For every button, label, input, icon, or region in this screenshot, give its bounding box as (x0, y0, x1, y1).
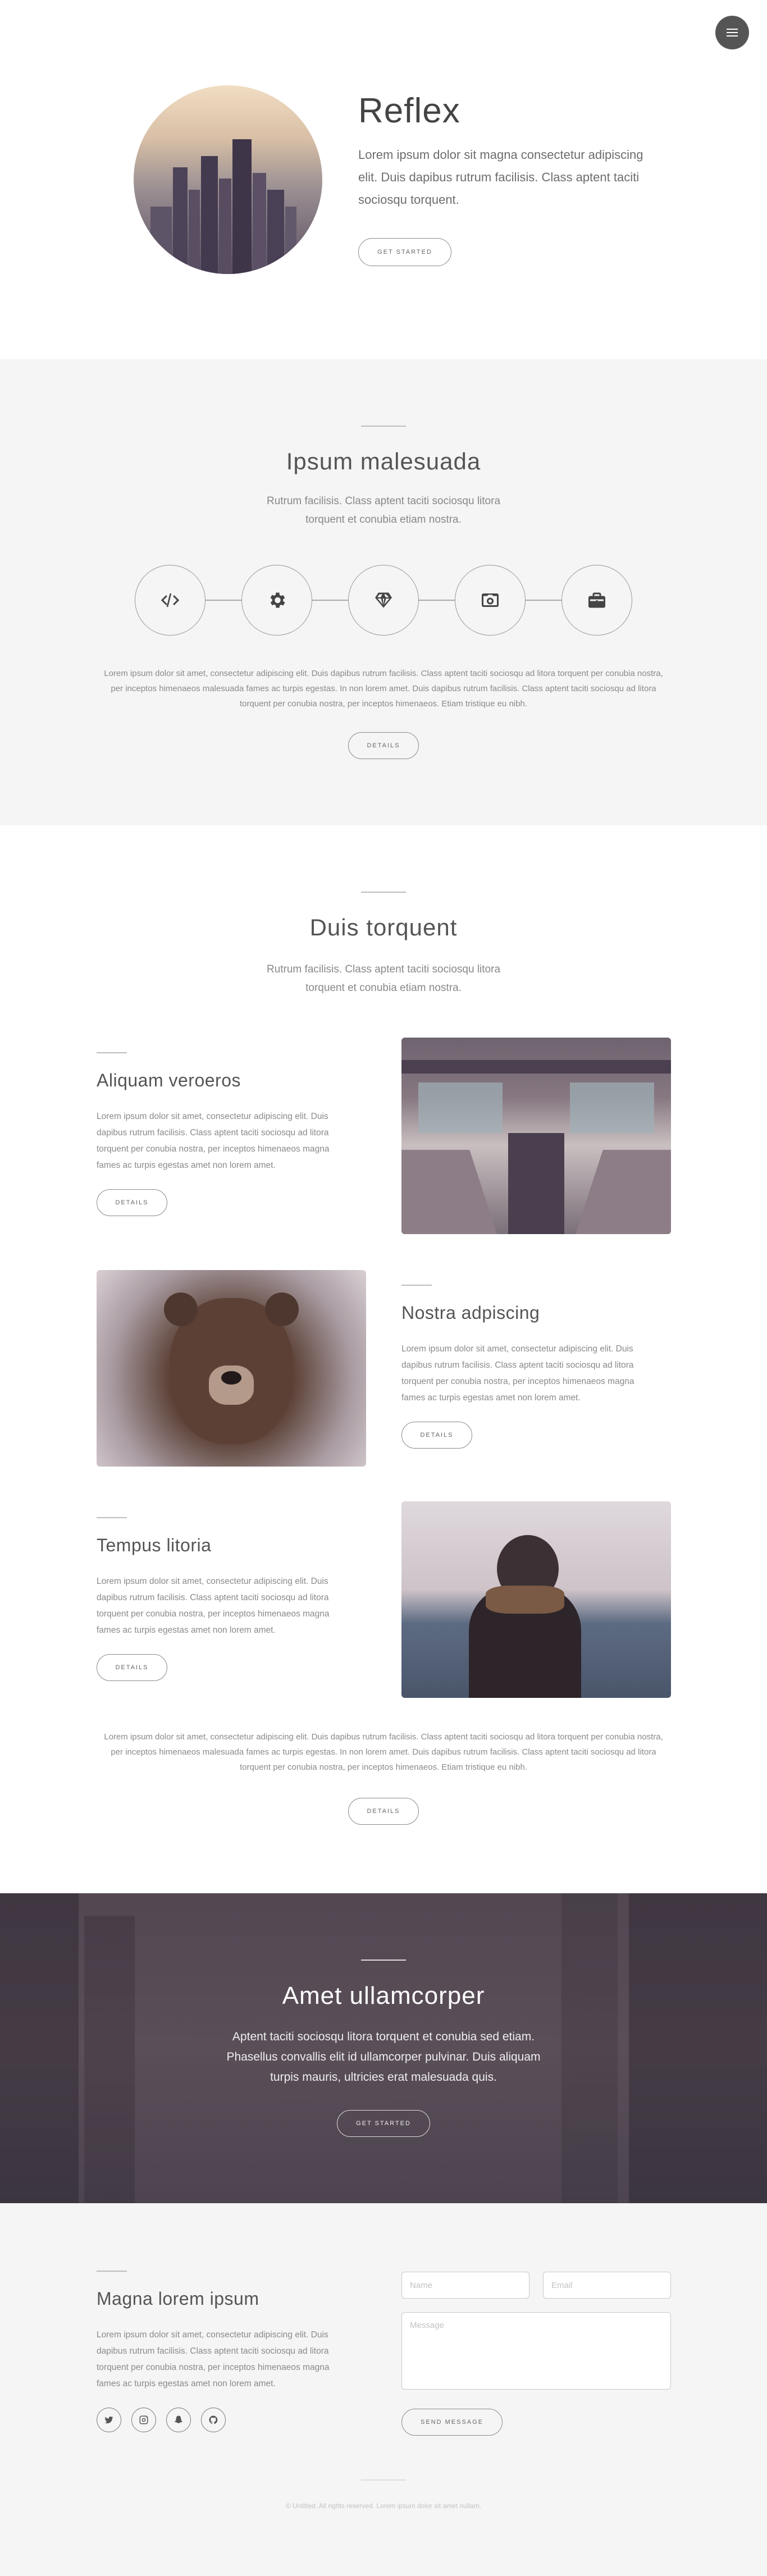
section-title: Duis torquent (309, 914, 458, 940)
person-at-sea-image (401, 1501, 671, 1698)
snapchat-icon[interactable] (166, 2408, 191, 2432)
feature-icons-row (0, 565, 767, 636)
city-skyline-image (134, 85, 322, 274)
cta-section: Amet ullamcorper Aptent taciti sociosqu … (0, 1893, 767, 2203)
section-divider (361, 892, 406, 893)
details-button[interactable]: DETAILS (97, 1189, 167, 1216)
feature-title: Aliquam veroeros (97, 1070, 241, 1090)
details-button[interactable]: DETAILS (348, 1798, 419, 1825)
details-button[interactable]: DETAILS (401, 1422, 472, 1449)
diamond-icon[interactable] (348, 565, 419, 636)
get-started-button[interactable]: GET STARTED (358, 238, 451, 266)
twitter-icon[interactable] (97, 2408, 121, 2432)
details-button[interactable]: DETAILS (97, 1654, 167, 1681)
escalator-image (401, 1038, 671, 1234)
code-icon[interactable] (135, 565, 206, 636)
hero-subtitle: Lorem ipsum dolor sit magna consectetur … (358, 148, 643, 207)
section-divider (361, 426, 406, 427)
gear-icon[interactable] (241, 565, 312, 636)
contact-text: Lorem ipsum dolor sit amet, consectetur … (97, 2330, 330, 2388)
github-icon[interactable] (201, 2408, 226, 2432)
feature-text: Lorem ipsum dolor sit amet, consectetur … (401, 1344, 634, 1403)
feature-text: Lorem ipsum dolor sit amet, consectetur … (97, 1112, 330, 1170)
section-subtitle: Rutrum facilisis. Class aptent taciti so… (266, 963, 501, 994)
section-subtitle: Rutrum facilisis. Class aptent taciti so… (266, 495, 501, 526)
hero-section: Reflex Lorem ipsum dolor sit magna conse… (0, 0, 767, 359)
cta-text: Aptent taciti sociosqu litora torquent e… (226, 2030, 541, 2084)
instagram-icon[interactable] (131, 2408, 156, 2432)
camera-icon[interactable] (455, 565, 526, 636)
feature-title: Nostra adpiscing (401, 1303, 540, 1323)
feature-title: Tempus litoria (97, 1535, 212, 1555)
email-field[interactable] (543, 2272, 671, 2299)
footer-copyright: © Untitled. All rights reserved. Lorem i… (285, 2502, 482, 2510)
section-paragraph: Lorem ipsum dolor sit amet, consectetur … (104, 669, 663, 709)
get-started-button[interactable]: GET STARTED (337, 2110, 430, 2137)
send-message-button[interactable]: SEND MESSAGE (401, 2409, 503, 2436)
section-title: Ipsum malesuada (286, 448, 481, 474)
contact-title: Magna lorem ipsum (97, 2289, 259, 2309)
hero-title: Reflex (358, 92, 460, 130)
cta-title: Amet ullamcorper (282, 1982, 485, 2009)
message-field[interactable] (401, 2312, 671, 2390)
details-button[interactable]: DETAILS (348, 732, 419, 759)
briefcase-icon[interactable] (561, 565, 632, 636)
name-field[interactable] (401, 2272, 529, 2299)
section-paragraph: Lorem ipsum dolor sit amet, consectetur … (104, 1732, 663, 1772)
bear-image (97, 1270, 366, 1467)
feature-text: Lorem ipsum dolor sit amet, consectetur … (97, 1577, 330, 1635)
